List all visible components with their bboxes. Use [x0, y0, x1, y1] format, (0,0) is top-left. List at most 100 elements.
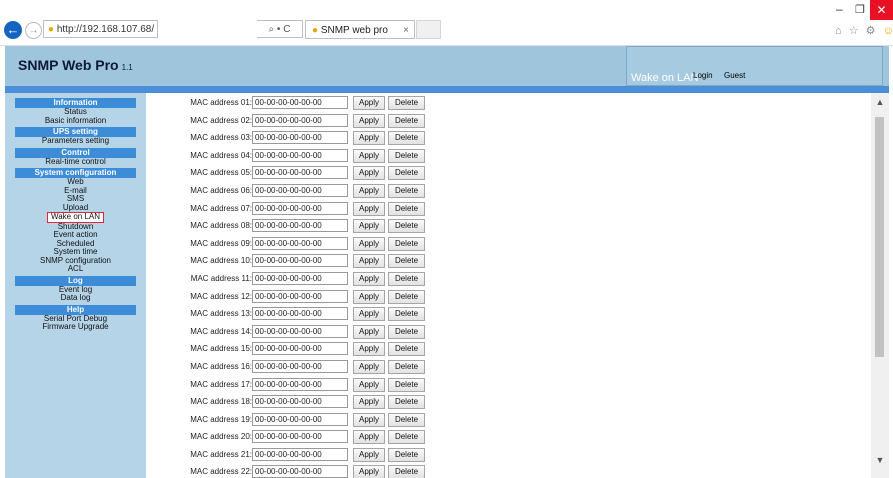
forward-arrow-icon[interactable]: → — [25, 22, 42, 39]
delete-button[interactable]: Delete — [388, 201, 425, 216]
restore-icon[interactable]: ❐ — [855, 3, 865, 16]
delete-button[interactable]: Delete — [388, 465, 425, 478]
sidebar-item-data-log[interactable]: Data log — [58, 293, 94, 303]
mac-address-input[interactable] — [252, 447, 348, 461]
delete-button[interactable]: Delete — [388, 166, 425, 181]
apply-button[interactable]: Apply — [353, 342, 385, 357]
login-link[interactable]: Login — [693, 71, 713, 80]
mac-address-input[interactable] — [252, 148, 348, 162]
sidebar-item-wake-on-lan[interactable]: Wake on LAN — [46, 212, 105, 223]
delete-button[interactable]: Delete — [388, 289, 425, 304]
scrollbar-thumb[interactable] — [875, 117, 884, 357]
mac-label: MAC address 06: — [190, 185, 252, 195]
sidebar-item-acl[interactable]: ACL — [65, 264, 87, 274]
apply-button[interactable]: Apply — [353, 359, 385, 374]
smiley-icon[interactable]: ☺ — [883, 25, 893, 37]
mac-address-input[interactable] — [252, 113, 348, 127]
mac-address-input[interactable] — [252, 465, 348, 478]
mac-label: MAC address 12: — [190, 291, 252, 301]
sidebar-nav: Information Status Basic information UPS… — [5, 93, 146, 478]
delete-button[interactable]: Delete — [388, 236, 425, 251]
mac-label: MAC address 07: — [190, 203, 252, 213]
apply-button[interactable]: Apply — [353, 289, 385, 304]
mac-address-input[interactable] — [252, 359, 348, 373]
mac-address-input[interactable] — [252, 307, 348, 321]
mac-address-input[interactable] — [252, 96, 348, 109]
delete-button[interactable]: Delete — [388, 359, 425, 374]
mac-address-input[interactable] — [252, 166, 348, 180]
delete-button[interactable]: Delete — [388, 219, 425, 234]
delete-button[interactable]: Delete — [388, 447, 425, 462]
apply-button[interactable]: Apply — [353, 307, 385, 322]
sidebar-item-real-time-control[interactable]: Real-time control — [42, 157, 108, 167]
apply-button[interactable]: Apply — [353, 395, 385, 410]
delete-button[interactable]: Delete — [388, 183, 425, 198]
apply-button[interactable]: Apply — [353, 377, 385, 392]
browser-tab[interactable]: ● SNMP web pro × — [305, 20, 415, 39]
apply-button[interactable]: Apply — [353, 131, 385, 146]
apply-button[interactable]: Apply — [353, 183, 385, 198]
mac-address-input[interactable] — [252, 271, 348, 285]
apply-button[interactable]: Apply — [353, 201, 385, 216]
mac-address-input[interactable] — [252, 430, 348, 444]
mac-address-input[interactable] — [252, 236, 348, 250]
mac-address-input[interactable] — [252, 183, 348, 197]
delete-button[interactable]: Delete — [388, 395, 425, 410]
apply-button[interactable]: Apply — [353, 254, 385, 269]
apply-button[interactable]: Apply — [353, 96, 385, 110]
scroll-down-icon[interactable]: ▼ — [871, 451, 889, 469]
apply-button[interactable]: Apply — [353, 166, 385, 181]
mac-address-input[interactable] — [252, 412, 348, 426]
back-arrow-icon[interactable]: ← — [4, 21, 22, 39]
sidebar-item-basic-information[interactable]: Basic information — [42, 116, 109, 126]
apply-button[interactable]: Apply — [353, 430, 385, 445]
delete-button[interactable]: Delete — [388, 342, 425, 357]
delete-button[interactable]: Delete — [388, 307, 425, 322]
mac-address-input[interactable] — [252, 395, 348, 409]
apply-button[interactable]: Apply — [353, 324, 385, 339]
delete-button[interactable]: Delete — [388, 131, 425, 146]
delete-button[interactable]: Delete — [388, 377, 425, 392]
delete-button[interactable]: Delete — [388, 271, 425, 286]
delete-button[interactable]: Delete — [388, 254, 425, 269]
mac-address-input[interactable] — [252, 131, 348, 145]
new-tab-button[interactable] — [416, 20, 441, 39]
apply-button[interactable]: Apply — [353, 113, 385, 128]
table-row: MAC address 15: ApplyDelete — [146, 340, 871, 358]
sidebar-item-parameters-setting[interactable]: Parameters setting — [39, 136, 112, 146]
mac-address-input[interactable] — [252, 342, 348, 356]
address-search-refresh[interactable]: ⌕ • C — [257, 20, 303, 38]
apply-button[interactable]: Apply — [353, 271, 385, 286]
close-window-icon[interactable]: ✕ — [870, 0, 893, 20]
address-bar[interactable]: ● http://192.168.107.68/ — [43, 20, 158, 38]
mac-address-input[interactable] — [252, 289, 348, 303]
delete-button[interactable]: Delete — [388, 430, 425, 445]
delete-button[interactable]: Delete — [388, 96, 425, 110]
delete-button[interactable]: Delete — [388, 113, 425, 128]
gear-icon[interactable]: ⚙ — [866, 25, 878, 37]
apply-button[interactable]: Apply — [353, 412, 385, 427]
mac-address-input[interactable] — [252, 219, 348, 233]
tab-close-icon[interactable]: × — [403, 21, 409, 40]
mac-address-input[interactable] — [252, 324, 348, 338]
home-icon[interactable]: ⌂ — [835, 25, 844, 37]
apply-button[interactable]: Apply — [353, 219, 385, 234]
delete-button[interactable]: Delete — [388, 412, 425, 427]
apply-button[interactable]: Apply — [353, 148, 385, 163]
apply-button[interactable]: Apply — [353, 236, 385, 251]
mac-label: MAC address 15: — [190, 344, 252, 354]
star-icon[interactable]: ☆ — [849, 25, 861, 37]
mac-address-input[interactable] — [252, 254, 348, 268]
mac-address-input[interactable] — [252, 377, 348, 391]
delete-button[interactable]: Delete — [388, 324, 425, 339]
mac-address-input[interactable] — [252, 201, 348, 215]
minimize-icon[interactable]: – — [836, 2, 843, 16]
delete-button[interactable]: Delete — [388, 148, 425, 163]
sidebar-item-upload[interactable]: Upload — [60, 203, 91, 213]
sidebar-item-firmware-upgrade[interactable]: Firmware Upgrade — [39, 322, 111, 332]
vertical-scrollbar[interactable]: ▲ ▼ — [871, 93, 889, 478]
apply-button[interactable]: Apply — [353, 465, 385, 478]
scroll-up-icon[interactable]: ▲ — [871, 93, 889, 111]
mac-label: MAC address 19: — [190, 414, 252, 424]
apply-button[interactable]: Apply — [353, 447, 385, 462]
